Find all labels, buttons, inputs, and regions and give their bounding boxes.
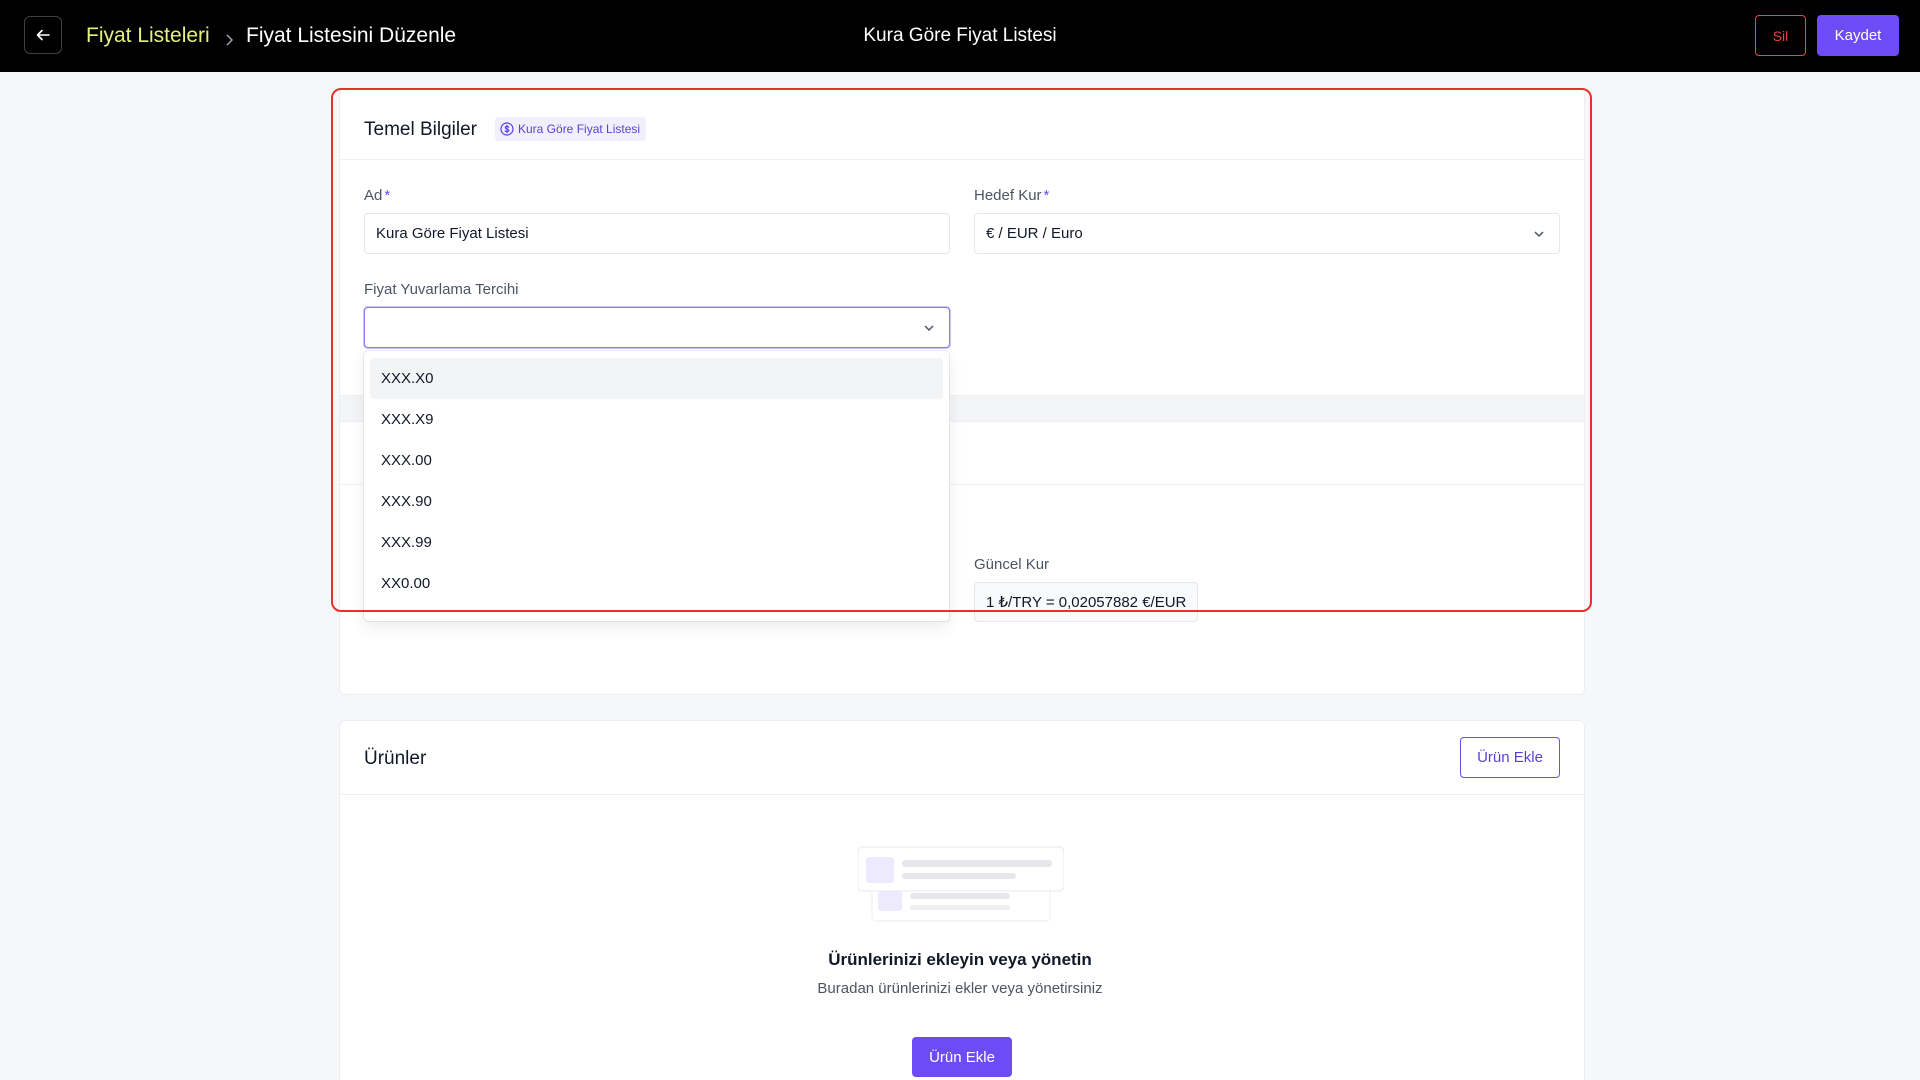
rounding-option[interactable]: XXX.X0 [370, 358, 943, 399]
rounding-option[interactable]: XX0.00 [370, 563, 943, 604]
rounding-select[interactable] [364, 307, 950, 348]
current-rate-label: Güncel Kur [974, 556, 1050, 573]
chevron-down-icon [924, 325, 934, 332]
breadcrumb-link-price-lists[interactable]: Fiyat Listeleri [86, 22, 210, 50]
top-bar: Fiyat Listeleri Fiyat Listesini Düzenle … [0, 0, 1920, 72]
add-product-button[interactable]: Ürün Ekle [1460, 737, 1560, 778]
breadcrumb-current: Fiyat Listesini Düzenle [246, 24, 457, 47]
name-input-value: Kura Göre Fiyat Listesi [376, 225, 529, 242]
empty-list-illustration [858, 846, 1064, 922]
rounding-option[interactable]: XXX.X9 [370, 399, 943, 440]
chevron-right-icon [224, 27, 234, 55]
delete-button[interactable]: Sil [1755, 15, 1806, 56]
name-input[interactable]: Kura Göre Fiyat Listesi [364, 213, 950, 254]
empty-state-subtitle: Buradan ürünlerinizi ekler veya yönetirs… [817, 980, 1103, 997]
empty-state-title: Ürünlerinizi ekleyin veya yönetin [828, 950, 1092, 969]
target-currency-value: € / EUR / Euro [986, 225, 1083, 242]
rounding-option[interactable]: XXX.90 [370, 481, 943, 522]
arrow-left-icon [36, 29, 50, 41]
target-currency-label: Hedef Kur * [974, 187, 1050, 204]
empty-add-product-button[interactable]: Ürün Ekle [912, 1037, 1012, 1077]
price-list-type-badge: Kura Göre Fiyat Listesi [495, 117, 647, 141]
rounding-option[interactable]: XXX.00 [370, 440, 943, 481]
rounding-option[interactable]: XXX.99 [370, 522, 943, 563]
rounding-label: Fiyat Yuvarlama Tercihi [364, 281, 519, 298]
products-header: Ürünler [340, 721, 1584, 795]
badge-label: Kura Göre Fiyat Listesi [518, 122, 641, 136]
rounding-dropdown: XXX.X0 XXX.X9 XXX.00 XXX.90 XXX.99 XX0.0… [364, 351, 949, 621]
save-button[interactable]: Kaydet [1817, 15, 1899, 56]
target-currency-select[interactable]: € / EUR / Euro [974, 213, 1560, 254]
basic-info-header: Temel Bilgiler Kura Göre Fiyat Listesi [340, 89, 1584, 160]
chevron-down-icon [1534, 231, 1544, 238]
currency-icon [500, 122, 514, 136]
name-label: Ad * [364, 187, 391, 204]
basic-info-title: Temel Bilgiler [364, 119, 477, 140]
current-rate-value: 1 ₺/TRY = 0,02057882 €/EUR [974, 582, 1198, 622]
back-button[interactable] [24, 16, 62, 54]
products-title: Ürünler [364, 748, 427, 769]
